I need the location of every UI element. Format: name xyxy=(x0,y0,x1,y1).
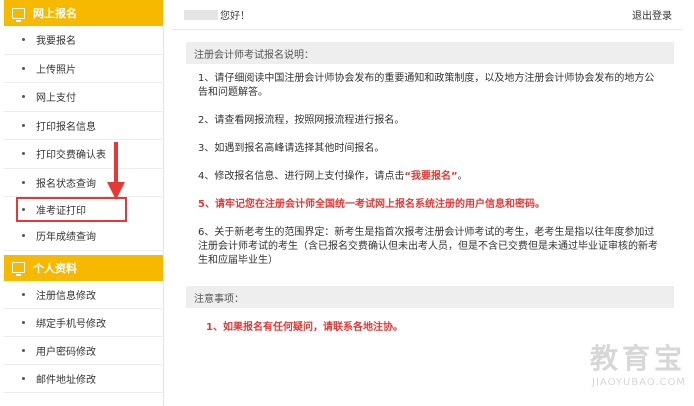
logout-link[interactable]: 退出登录 xyxy=(632,7,672,22)
bullet-icon xyxy=(22,123,25,127)
instructions-list: 1、请仔细阅读中国注册会计师协会发布的重要通知和政策制度，以及地方注册会计师协会… xyxy=(186,64,674,268)
notice-title: 注意事项： xyxy=(186,286,674,308)
section-header-online-registration: 网上报名 xyxy=(4,0,163,26)
greeting: 您好！ xyxy=(184,7,250,22)
instructions-panel: 注册会计师考试报名说明： 1、请仔细阅读中国注册会计师协会发布的重要通知和政策制… xyxy=(186,42,674,268)
bullet-icon xyxy=(22,292,25,296)
register-link[interactable]: “我要报名” xyxy=(404,171,457,182)
greeting-text: 您好！ xyxy=(220,11,250,22)
bullet-icon xyxy=(22,348,25,352)
sidebar-item-label: 用户密码修改 xyxy=(36,346,96,358)
section-title: 个人资料 xyxy=(33,261,77,275)
instruction-item: 2、请查看网报流程，按照网报流程进行报名。 xyxy=(198,115,405,126)
id-card-icon xyxy=(12,262,25,276)
red-arrow-icon xyxy=(107,142,125,200)
bullet-icon xyxy=(22,152,25,156)
bullet-icon xyxy=(22,38,25,42)
sidebar-item-label: 网上支付 xyxy=(36,93,76,105)
sidebar: 网上报名 我要报名 上传照片 网上支付 打印报名信息 打印交费确认表 报名状态查… xyxy=(4,0,164,406)
section-header-personal-info: 个人资料 xyxy=(4,254,163,281)
watermark-url: JIAOYUBAO.COM xyxy=(592,377,686,388)
instruction-item-important: 5、请牢记您在注册会计师全国统一考试网上报名系统注册的用户信息和密码。 xyxy=(198,199,545,210)
sidebar-item-label: 打印交费确认表 xyxy=(36,150,106,162)
sidebar-item-edit-email[interactable]: 邮件地址修改 xyxy=(4,365,163,393)
top-bar: 您好！ 退出登录 xyxy=(172,0,682,30)
sidebar-item-label: 绑定手机号修改 xyxy=(36,318,106,330)
instruction-text: 。 xyxy=(457,171,468,182)
instruction-text: 4、修改报名信息、进行网上支付操作，请点击 xyxy=(198,171,405,182)
sidebar-item-label: 邮件地址修改 xyxy=(36,374,96,386)
watermark-logo: 教育宝 xyxy=(589,342,686,375)
sidebar-item-upload-photo[interactable]: 上传照片 xyxy=(4,55,163,83)
sidebar-item-label: 注册信息修改 xyxy=(36,290,96,302)
sidebar-item-print-registration[interactable]: 打印报名信息 xyxy=(4,112,163,140)
bullet-icon xyxy=(22,376,25,380)
sidebar-item-label: 上传照片 xyxy=(36,64,76,76)
bullet-icon xyxy=(22,234,25,238)
watermark: 教育宝 JIAOYUBAO.COM xyxy=(590,337,686,388)
bullet-icon xyxy=(22,208,25,211)
sidebar-item-registration-status[interactable]: 报名状态查询 xyxy=(4,169,163,197)
sidebar-item-edit-password[interactable]: 用户密码修改 xyxy=(4,337,163,365)
instruction-item: 3、如遇到报名高峰请选择其他时间报名。 xyxy=(198,143,385,154)
instruction-item: 1、请仔细阅读中国注册会计师协会发布的重要通知和政策制度，以及地方注册会计师协会… xyxy=(198,73,655,98)
sidebar-item-online-payment[interactable]: 网上支付 xyxy=(4,83,163,112)
personal-info-menu: 注册信息修改 绑定手机号修改 用户密码修改 邮件地址修改 xyxy=(4,281,163,393)
sidebar-item-label: 报名状态查询 xyxy=(36,178,96,190)
online-registration-menu: 我要报名 上传照片 网上支付 打印报名信息 打印交费确认表 报名状态查询 准考证… xyxy=(4,26,163,251)
section-title: 网上报名 xyxy=(33,7,77,20)
sidebar-item-label: 历年成绩查询 xyxy=(36,232,96,244)
redacted-username xyxy=(184,9,218,20)
sidebar-item-edit-phone[interactable]: 绑定手机号修改 xyxy=(4,309,163,337)
instruction-item: 4、修改报名信息、进行网上支付操作，请点击“我要报名”。 xyxy=(198,170,664,184)
bullet-icon xyxy=(22,320,25,324)
sidebar-item-label: 打印报名信息 xyxy=(36,121,96,133)
sidebar-item-print-payment-confirmation[interactable]: 打印交费确认表 xyxy=(4,140,163,169)
bullet-icon xyxy=(22,95,25,99)
sidebar-item-score-history[interactable]: 历年成绩查询 xyxy=(4,222,163,251)
sidebar-item-label: 准考证打印 xyxy=(36,206,86,217)
sidebar-item-register[interactable]: 我要报名 xyxy=(4,26,163,55)
monitor-icon xyxy=(12,7,25,22)
bullet-icon xyxy=(22,180,25,184)
sidebar-item-label: 我要报名 xyxy=(36,36,76,48)
instructions-title: 注册会计师考试报名说明： xyxy=(186,42,674,64)
bullet-icon xyxy=(22,66,25,70)
instruction-item: 6、关于新老考生的范围界定：新考生是指首次报考注册会计师考试的考生，老考生是指以… xyxy=(198,227,658,266)
sidebar-item-edit-registration-info[interactable]: 注册信息修改 xyxy=(4,281,163,309)
notice-item: 1、如果报名有任何疑问，请联系各地注协。 xyxy=(206,322,403,333)
notice-panel: 注意事项： 1、如果报名有任何疑问，请联系各地注协。 xyxy=(186,286,674,333)
